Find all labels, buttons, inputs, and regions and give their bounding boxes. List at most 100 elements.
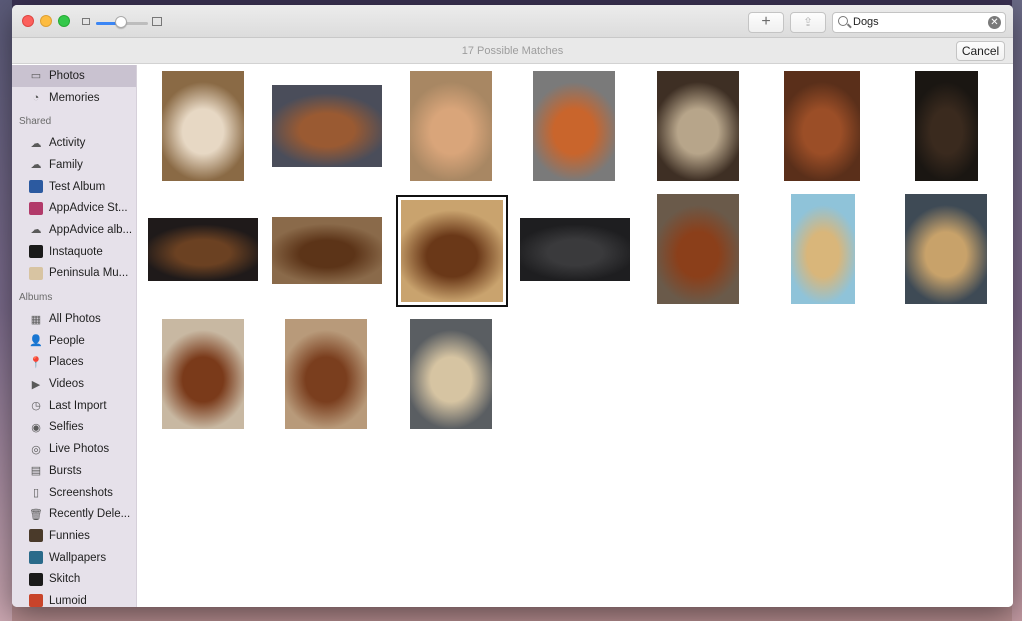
add-button[interactable]: + [748, 12, 784, 33]
sidebar-item-label: Activity [49, 137, 86, 150]
sidebar-item-videos[interactable]: ▶ Videos [12, 373, 136, 395]
clock-icon: ◷ [31, 400, 41, 413]
sidebar-item-label: Peninsula Mu... [49, 267, 129, 280]
photo-dog-3[interactable] [410, 71, 492, 181]
photos-icon: ▭ [30, 70, 42, 83]
photo-dog-2[interactable] [272, 85, 382, 167]
sidebar-item-photos[interactable]: ▭ Photos [12, 65, 136, 87]
sidebar-item-all-photos[interactable]: ▦ All Photos [12, 308, 136, 330]
memories-icon: ◔ [32, 91, 40, 104]
grid-icon: ▦ [30, 313, 42, 326]
zoom-window-button[interactable] [58, 15, 70, 27]
sidebar-item-test-album[interactable]: Test Album [12, 176, 136, 198]
sidebar-item-screenshots[interactable]: ▯ Screenshots [12, 482, 136, 504]
album-thumb-icon [29, 594, 43, 607]
sidebar-item-label: All Photos [49, 313, 101, 326]
sidebar-item-appadvice-alb[interactable]: ☁ AppAdvice alb... [12, 219, 136, 241]
sidebar-item-last-import[interactable]: ◷ Last Import [12, 395, 136, 417]
album-thumb-icon [29, 180, 43, 194]
sidebar-item-activity[interactable]: ☁ Activity [12, 132, 136, 154]
photo-dog-14[interactable] [905, 194, 987, 304]
album-thumb-icon [29, 201, 43, 215]
minimize-window-button[interactable] [40, 15, 52, 27]
photo-dog-6[interactable] [784, 71, 860, 181]
album-thumb-icon [29, 266, 43, 280]
sidebar: ▭ Photos ◔ Memories Shared ☁ Activity ☁ Family Te… [12, 65, 137, 607]
sidebar-item-instaquote[interactable]: Instaquote [12, 241, 136, 263]
pin-icon: 📍 [29, 356, 43, 369]
photo-dog-9[interactable] [272, 217, 382, 284]
sidebar-item-bursts[interactable]: ▤ Bursts [12, 460, 136, 482]
sidebar-item-label: AppAdvice St... [49, 202, 128, 215]
sidebar-item-label: Last Import [49, 399, 107, 412]
video-icon: ▶ [31, 378, 41, 391]
sidebar-item-lumoid[interactable]: Lumoid [12, 590, 136, 607]
sidebar-section-header: Shared [19, 116, 52, 128]
album-thumb-icon [29, 551, 43, 565]
search-field[interactable]: Dogs ✕ [832, 12, 1006, 33]
photo-dog-7[interactable] [915, 71, 978, 181]
photo-dog-12[interactable] [657, 194, 739, 304]
sidebar-item-label: People [49, 334, 85, 347]
zoom-slider-knob[interactable] [115, 16, 127, 28]
cloud-icon: ☁ [30, 224, 42, 237]
sidebar-item-label: Memories [49, 91, 100, 104]
sidebar-item-people[interactable]: 👤 People [12, 330, 136, 352]
sidebar-item-label: Bursts [49, 464, 82, 477]
search-results-bar: 17 Possible Matches Cancel [12, 38, 1013, 64]
sidebar-item-label: Live Photos [49, 443, 110, 456]
sidebar-item-funnies[interactable]: Funnies [12, 525, 136, 547]
sidebar-item-skitch[interactable]: Skitch [12, 568, 136, 590]
sidebar-item-appadvice-st[interactable]: AppAdvice St... [12, 197, 136, 219]
title-bar: + ⇪ Dogs ✕ [12, 5, 1013, 38]
sidebar-item-label: Places [49, 356, 84, 369]
trash-icon: 🗑 [29, 508, 43, 521]
close-window-button[interactable] [22, 15, 34, 27]
sidebar-item-recently-dele[interactable]: 🗑 Recently Dele... [12, 503, 136, 525]
sidebar-item-label: Photos [49, 69, 85, 82]
small-thumbnail-icon [82, 18, 90, 25]
photos-window: + ⇪ Dogs ✕ 17 Possible Matches Cancel ▭ P… [12, 5, 1013, 607]
photo-grid [137, 65, 1013, 607]
desktop-background-right [1012, 0, 1022, 621]
photo-dog-10[interactable] [396, 195, 508, 307]
photo-dog-4[interactable] [533, 71, 615, 181]
sidebar-item-label: Test Album [49, 180, 106, 193]
photo-dog-13[interactable] [791, 194, 855, 304]
matches-count: 17 Possible Matches [461, 45, 564, 57]
search-input[interactable]: Dogs [853, 16, 879, 28]
sidebar-item-label: Lumoid [49, 594, 87, 607]
sidebar-item-memories[interactable]: ◔ Memories [12, 87, 136, 109]
search-icon [838, 16, 848, 26]
photo-dog-11[interactable] [520, 218, 630, 281]
sidebar-item-places[interactable]: 📍 Places [12, 352, 136, 374]
sidebar-item-peninsula-mu[interactable]: Peninsula Mu... [12, 263, 136, 285]
large-thumbnail-icon [152, 17, 162, 26]
sidebar-item-label: Selfies [49, 421, 84, 434]
sidebar-item-label: Skitch [49, 573, 81, 586]
person-icon: 👤 [29, 335, 43, 348]
photo-dog-1[interactable] [162, 71, 244, 181]
sidebar-item-label: Instaquote [49, 245, 103, 258]
photo-dog-15[interactable] [162, 319, 244, 429]
sidebar-item-live-photos[interactable]: ◎ Live Photos [12, 438, 136, 460]
cancel-button[interactable]: Cancel [956, 41, 1005, 61]
photo-dog-8[interactable] [148, 218, 258, 281]
share-button[interactable]: ⇪ [790, 12, 826, 33]
sidebar-item-family[interactable]: ☁ Family [12, 154, 136, 176]
photo-dog-5[interactable] [657, 71, 739, 181]
cloud-icon: ☁ [30, 159, 42, 172]
photo-dog-16[interactable] [285, 319, 367, 429]
sidebar-item-label: Family [49, 158, 83, 171]
sidebar-item-wallpapers[interactable]: Wallpapers [12, 547, 136, 569]
sidebar-item-selfies[interactable]: ◉ Selfies [12, 417, 136, 439]
clear-search-icon[interactable]: ✕ [988, 16, 1001, 29]
photo-dog-17[interactable] [410, 319, 492, 429]
live-icon: ◎ [31, 443, 41, 456]
album-thumb-icon [29, 572, 43, 586]
desktop-background-left [0, 0, 12, 621]
burst-icon: ▤ [30, 465, 42, 478]
sidebar-item-label: Funnies [49, 529, 90, 542]
album-thumb-icon [29, 529, 43, 543]
sidebar-item-label: AppAdvice alb... [49, 223, 133, 236]
